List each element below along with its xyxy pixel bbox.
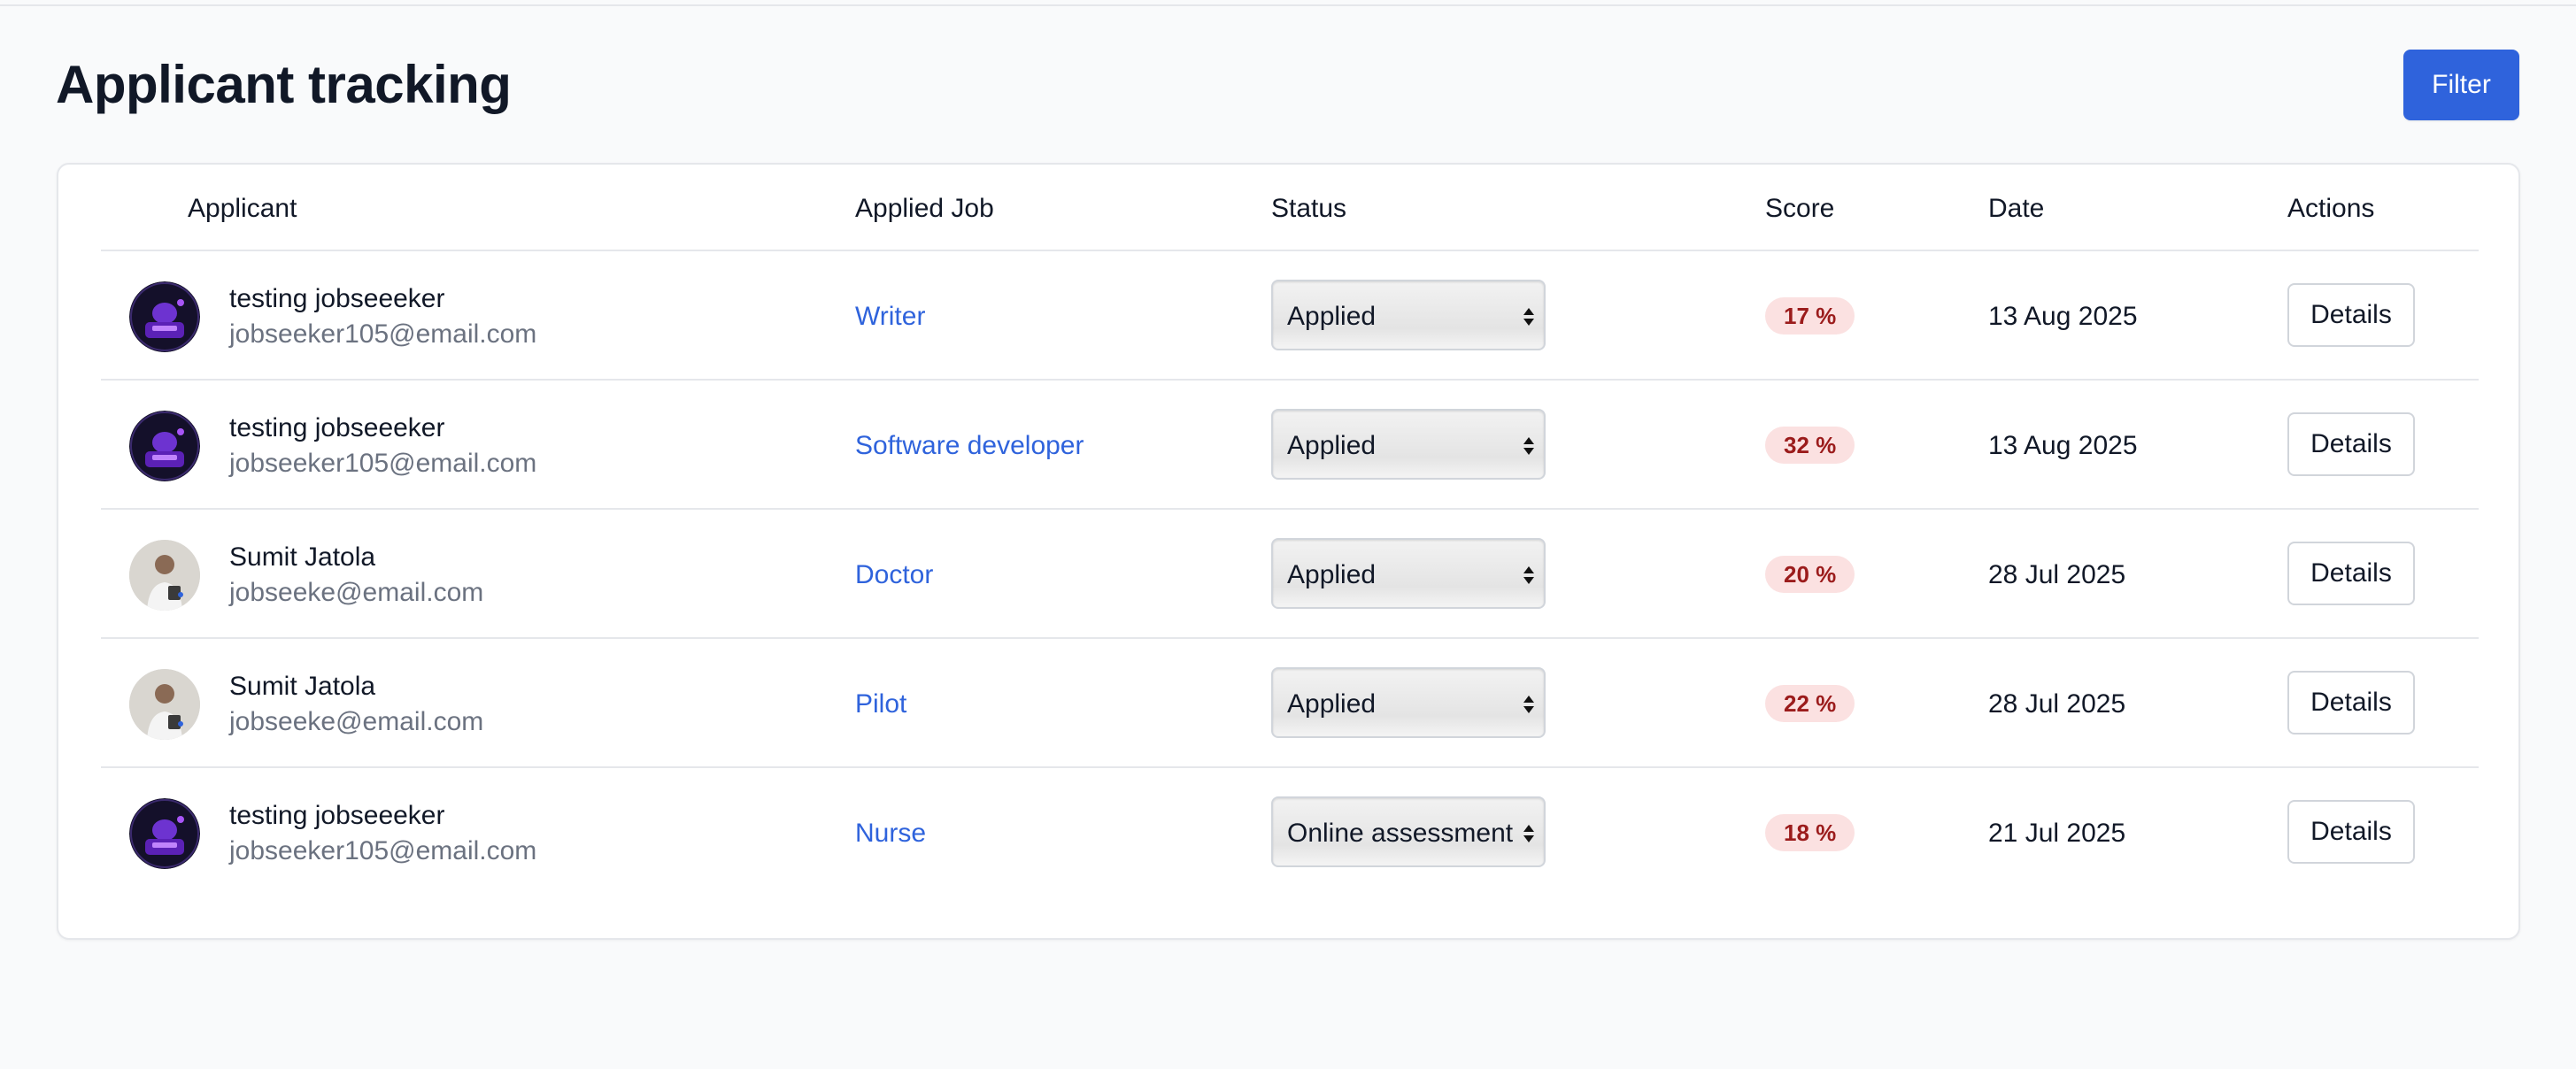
- applicant-email: jobseeke@email.com: [229, 578, 484, 607]
- applicant-name: testing jobseeeker: [229, 284, 445, 313]
- header-applied-job: Applied Job: [855, 194, 994, 223]
- select-arrows-icon: [1523, 696, 1534, 713]
- status-select[interactable]: Applied: [1271, 280, 1546, 350]
- score-badge: 17 %: [1765, 297, 1855, 335]
- status-value: Applied: [1287, 302, 1377, 331]
- select-arrows-icon: [1523, 566, 1534, 584]
- table-row: testing jobseeeker jobseeker105@email.co…: [101, 768, 2479, 897]
- status-select[interactable]: Applied: [1271, 538, 1546, 609]
- select-arrows-icon: [1523, 825, 1534, 842]
- details-button[interactable]: Details: [2287, 542, 2415, 605]
- score-badge: 20 %: [1765, 556, 1855, 593]
- status-value: Online assessment: [1287, 819, 1514, 848]
- filter-button[interactable]: Filter: [2403, 50, 2519, 120]
- details-button[interactable]: Details: [2287, 412, 2415, 476]
- avatar: [129, 281, 200, 352]
- status-select[interactable]: Applied: [1271, 667, 1546, 738]
- avatar: [129, 798, 200, 869]
- applied-date: 13 Aug 2025: [1988, 302, 2138, 331]
- status-value: Applied: [1287, 560, 1377, 589]
- table-header: Applicant Applied Job Status Score Date …: [101, 165, 2479, 251]
- header-applicant: Applicant: [188, 194, 297, 223]
- applied-job-link[interactable]: Writer: [855, 301, 925, 333]
- top-divider: [0, 0, 2576, 6]
- status-value: Applied: [1287, 689, 1377, 719]
- applied-job-link[interactable]: Nurse: [855, 818, 926, 850]
- select-arrows-icon: [1523, 308, 1534, 326]
- applicant-email: jobseeke@email.com: [229, 707, 484, 736]
- applied-job-link[interactable]: Pilot: [855, 688, 906, 720]
- applicants-table: Applicant Applied Job Status Score Date …: [57, 163, 2520, 940]
- applicant-name: testing jobseeeker: [229, 413, 445, 442]
- status-select[interactable]: Applied: [1271, 409, 1546, 480]
- table-row: Sumit Jatola jobseeke@email.com Pilot Ap…: [101, 639, 2479, 768]
- avatar: [129, 411, 200, 481]
- applicant-name: Sumit Jatola: [229, 672, 376, 701]
- applicant-email: jobseeker105@email.com: [229, 319, 537, 349]
- applied-date: 28 Jul 2025: [1988, 689, 2126, 719]
- status-value: Applied: [1287, 431, 1377, 460]
- table-row: testing jobseeeker jobseeker105@email.co…: [101, 381, 2479, 510]
- details-button[interactable]: Details: [2287, 671, 2415, 734]
- applied-date: 21 Jul 2025: [1988, 819, 2126, 848]
- applied-date: 13 Aug 2025: [1988, 431, 2138, 460]
- select-arrows-icon: [1523, 437, 1534, 455]
- score-badge: 22 %: [1765, 685, 1855, 722]
- header-status: Status: [1271, 194, 1347, 223]
- header-score: Score: [1765, 194, 1835, 223]
- applicant-email: jobseeker105@email.com: [229, 836, 537, 865]
- applicant-email: jobseeker105@email.com: [229, 449, 537, 478]
- score-badge: 18 %: [1765, 814, 1855, 851]
- header-date: Date: [1988, 194, 2045, 223]
- applied-job-link[interactable]: Doctor: [855, 559, 933, 591]
- page-title: Applicant tracking: [56, 55, 512, 114]
- table-row: Sumit Jatola jobseeke@email.com Doctor A…: [101, 510, 2479, 639]
- details-button[interactable]: Details: [2287, 283, 2415, 347]
- header-actions: Actions: [2287, 194, 2375, 223]
- applied-date: 28 Jul 2025: [1988, 560, 2126, 589]
- table-row: testing jobseeeker jobseeker105@email.co…: [101, 251, 2479, 381]
- applicant-name: testing jobseeeker: [229, 801, 445, 830]
- status-select[interactable]: Online assessment: [1271, 796, 1546, 867]
- details-button[interactable]: Details: [2287, 800, 2415, 864]
- applicant-name: Sumit Jatola: [229, 542, 376, 572]
- applied-job-link[interactable]: Software developer: [855, 430, 1084, 462]
- score-badge: 32 %: [1765, 427, 1855, 464]
- avatar: [129, 540, 200, 611]
- avatar: [129, 669, 200, 740]
